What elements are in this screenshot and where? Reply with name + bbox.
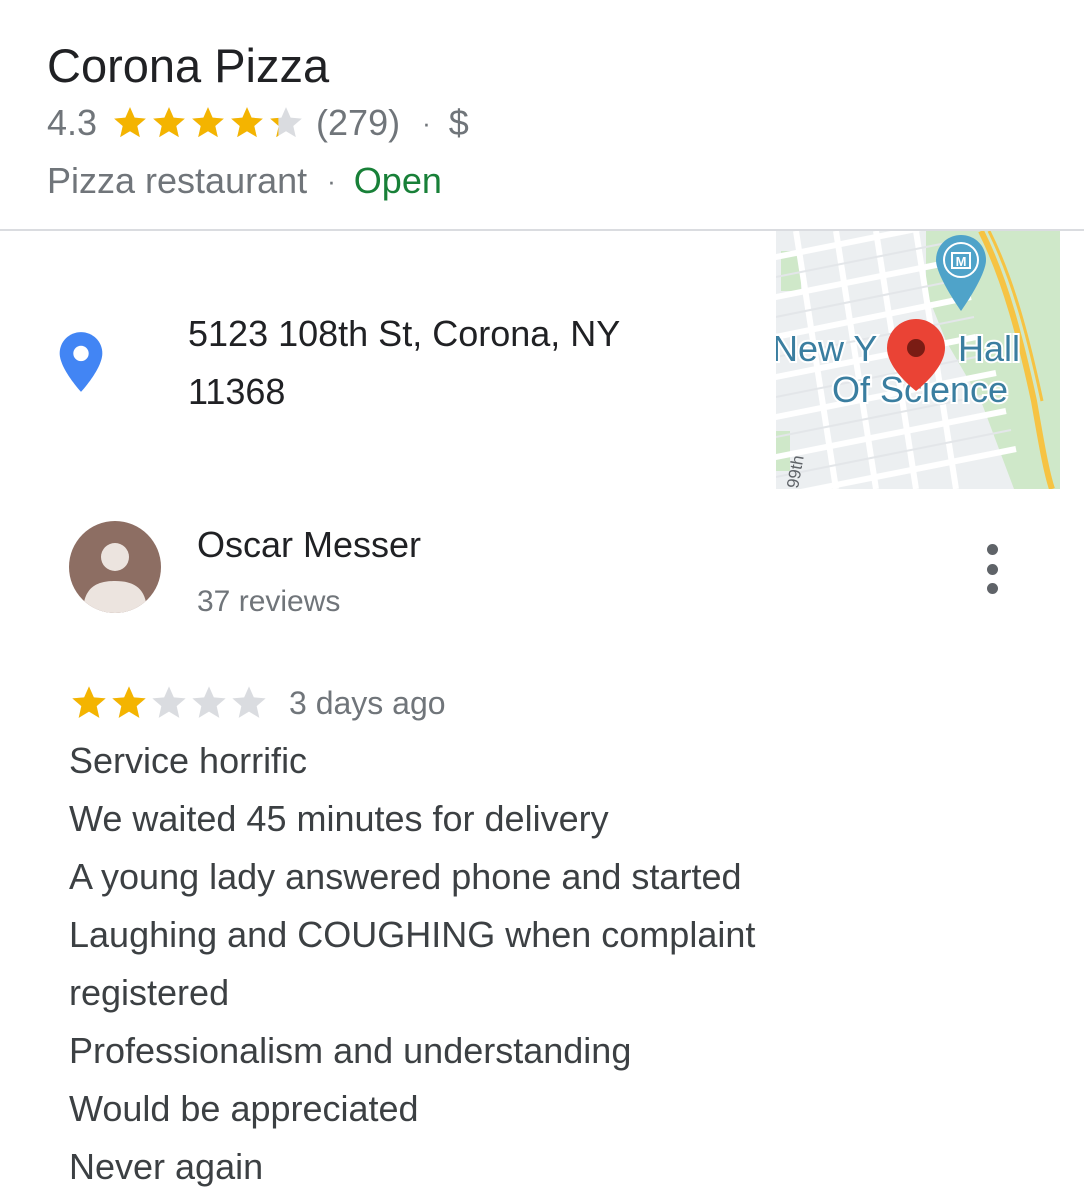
review-line: We waited 45 minutes for delivery [69,798,609,839]
review-stars [69,683,269,723]
map-label-line1-end: Hall [958,328,1020,369]
map-canvas: M New Y Hall Of Science 99th [776,231,1060,489]
review-count[interactable]: (279) [316,102,400,144]
star-filled-icon [112,686,146,718]
place-title[interactable]: Corona Pizza [47,36,329,96]
more-options-icon[interactable] [972,544,1012,594]
menu-dot [986,544,998,555]
review-line: registered [69,972,230,1013]
address-line-2: 11368 [188,371,286,412]
review-body: Service horrific We waited 45 minutes fo… [69,732,969,1196]
svg-text:M: M [956,254,967,269]
review-line: Laughing and COUGHING when complaint [69,914,756,955]
category-row: Pizza restaurant · Open [47,156,442,206]
star-half-icon [270,107,302,138]
rating-value: 4.3 [47,102,98,143]
review-line: Service horrific [69,740,308,781]
address-text[interactable]: 5123 108th St, Corona, NY 11368 [188,305,728,421]
menu-dot [986,563,998,575]
review-rating-row: 3 days ago [69,680,446,726]
map-thumbnail[interactable]: M New Y Hall Of Science 99th [776,231,1060,489]
star-filled-icon [114,107,146,138]
star-empty-icon [192,686,226,718]
person-icon [83,543,147,613]
star-filled-icon [153,107,185,138]
open-status: Open [353,160,442,201]
category-label: Pizza restaurant [47,160,308,201]
avatar[interactable] [69,521,161,613]
reviewer-review-count: 37 reviews [197,585,341,618]
separator-dot: · [422,107,431,138]
star-filled-icon [192,107,224,138]
price-level: $ [448,102,469,143]
review-line: Professionalism and understanding [69,1030,632,1071]
review-line: Would be appreciated [69,1088,419,1129]
star-filled-icon [72,686,106,718]
review-line: A young lady answered phone and started [69,856,742,897]
menu-dot [986,583,998,594]
location-pin-icon [59,332,103,392]
rating-row[interactable]: 4.3 (279) · $ [47,98,469,148]
star-filled-icon [231,107,263,138]
review-line: Never again [69,1146,264,1187]
rating-stars [111,104,306,142]
separator-dot: · [327,165,336,196]
review-date: 3 days ago [289,684,446,721]
map-label-line1: New Y [776,328,877,369]
star-empty-icon [232,686,266,718]
star-empty-icon [152,686,186,718]
address-line-1: 5123 108th St, Corona, NY [188,313,621,354]
reviewer-name[interactable]: Oscar Messer [197,520,421,570]
